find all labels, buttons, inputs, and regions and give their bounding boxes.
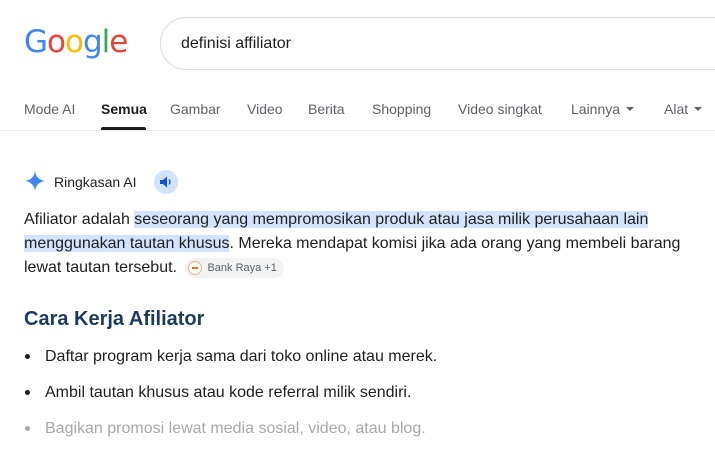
list-item: Ambil tautan khusus atau kode referral m… (24, 382, 684, 418)
logo-letter: G (24, 24, 48, 60)
tab-alat[interactable]: Alat (664, 101, 703, 117)
tab-video-singkat[interactable]: Video singkat (458, 101, 542, 117)
tab-lainnya-label: Lainnya (571, 101, 621, 117)
logo-letter: e (109, 24, 128, 60)
tab-alat-label: Alat (664, 101, 689, 117)
tab-semua[interactable]: Semua (101, 101, 147, 117)
sparkle-icon (24, 170, 46, 192)
chevron-down-icon (626, 107, 635, 111)
logo-letter: o (65, 24, 84, 60)
search-results-page: Google Mode AI Semua Gambar Video Berita… (0, 0, 715, 459)
tab-lainnya[interactable]: Lainnya (571, 101, 635, 117)
google-logo[interactable]: Google (24, 24, 128, 60)
logo-letter: o (47, 24, 66, 60)
tab-berita[interactable]: Berita (308, 101, 345, 117)
tab-mode-ai[interactable]: Mode AI (24, 101, 75, 117)
steps-list: Daftar program kerja sama dari toko onli… (24, 346, 684, 454)
tab-shopping[interactable]: Shopping (372, 101, 431, 117)
tab-video[interactable]: Video (247, 101, 283, 117)
bank-raya-logo-icon (188, 260, 203, 275)
ai-overview-header: Ringkasan AI (24, 169, 204, 195)
search-box[interactable] (160, 17, 715, 70)
tab-gambar[interactable]: Gambar (170, 101, 221, 117)
source-chip[interactable]: Bank Raya +1 (185, 257, 284, 278)
section-title: Cara Kerja Afiliator (24, 308, 205, 330)
listen-button[interactable] (154, 170, 178, 194)
list-item: Bagikan promosi lewat media sosial, vide… (24, 418, 684, 454)
active-tab-indicator (101, 127, 146, 130)
speaker-icon (160, 176, 171, 188)
logo-letter: g (82, 24, 103, 60)
ai-overview-summary: Afiliator adalah seseorang yang mempromo… (24, 208, 694, 280)
source-chip-label: Bank Raya +1 (207, 261, 277, 274)
chevron-down-icon (694, 107, 703, 111)
search-tabs: Mode AI Semua Gambar Video Berita Shoppi… (0, 93, 715, 131)
summary-prefix: Afiliator adalah (24, 211, 135, 228)
search-input[interactable] (181, 18, 701, 69)
ai-overview-title: Ringkasan AI (54, 174, 137, 190)
list-item: Daftar program kerja sama dari toko onli… (24, 346, 684, 382)
